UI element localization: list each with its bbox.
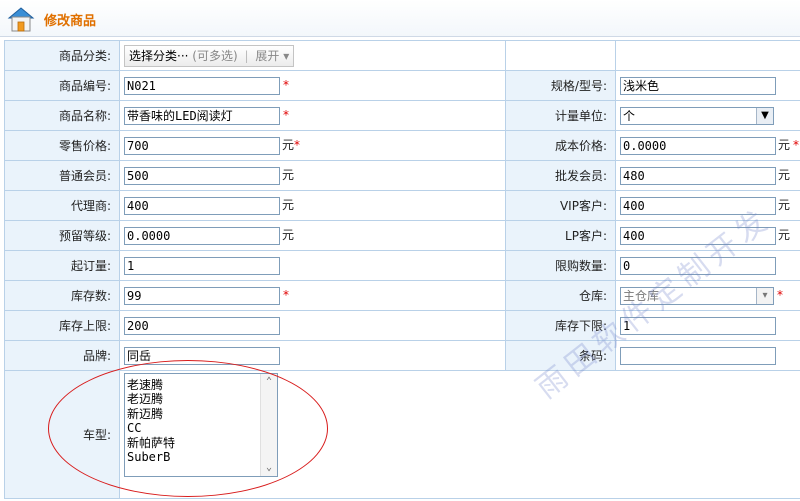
form-row: 商品编号: N021 * 规格/型号: 浅米色 [4, 70, 800, 101]
lp-price-input[interactable]: 400 [620, 226, 776, 245]
form-row: 代理商: 400 元 VIP客户: 400 元 [4, 190, 800, 221]
product-form: 商品分类: 选择分类··· (可多选) | 展开 ▾ 商品编号: N021 * 规… [4, 40, 800, 499]
divider: | [244, 48, 249, 63]
spec-label: 规格/型号: [505, 70, 616, 101]
list-item[interactable]: CC [127, 421, 275, 435]
vip-price-label: VIP客户: [505, 190, 616, 221]
cost-price-label: 成本价格: [505, 130, 616, 161]
chevron-down-icon: ▾ [283, 48, 290, 63]
name-label: 商品名称: [4, 100, 120, 131]
currency-unit: 元 [282, 168, 295, 183]
stock-max-label: 库存上限: [4, 310, 120, 341]
stock-max-input[interactable]: 200 [124, 316, 280, 335]
member-price-label: 普通会员: [4, 160, 120, 191]
form-row: 普通会员: 500 元 批发会员: 480 元 [4, 160, 800, 191]
currency-unit: 元 [282, 138, 295, 153]
chevron-down-icon[interactable]: ▼ [756, 107, 773, 124]
warehouse-select[interactable]: 主仓库 ▾ [620, 286, 774, 305]
stock-min-input[interactable]: 1 [620, 316, 776, 335]
currency-unit: 元 [778, 168, 791, 183]
cost-price-input[interactable]: 0.0000 [620, 136, 776, 155]
agent-price-label: 代理商: [4, 190, 120, 221]
warehouse-value: 主仓库 [623, 288, 660, 303]
name-input[interactable]: 带香味的LED阅读灯 [124, 106, 280, 125]
multi-select-hint: (可多选) [192, 48, 238, 63]
max-purchase-label: 限购数量: [505, 250, 616, 281]
wholesale-price-label: 批发会员: [505, 160, 616, 191]
car-model-listbox[interactable]: 老速腾 老迈腾 新迈腾 CC 新帕萨特 SuberB ⌃ ⌄ [124, 373, 278, 477]
empty-cell [615, 40, 800, 71]
list-item[interactable]: SuberB [127, 450, 275, 464]
chevron-up-icon[interactable]: ⌃ [261, 374, 277, 390]
reserved-level-label: 预留等级: [4, 220, 120, 251]
home-icon [7, 7, 35, 32]
retail-price-label: 零售价格: [4, 130, 120, 161]
stock-min-label: 库存下限: [505, 310, 616, 341]
category-selector[interactable]: 选择分类··· (可多选) | 展开 ▾ [124, 44, 295, 67]
member-price-input[interactable]: 500 [124, 166, 280, 185]
car-model-label: 车型: [4, 370, 120, 499]
currency-unit: 元 [282, 198, 295, 213]
max-purchase-input[interactable]: 0 [620, 256, 776, 275]
spec-input[interactable]: 浅米色 [620, 76, 776, 95]
currency-unit: 元 [778, 138, 791, 153]
unit-measure-select[interactable]: 个 ▼ [620, 106, 774, 125]
category-label: 商品分类: [4, 40, 120, 71]
form-row: 零售价格: 700 元* 成本价格: 0.0000 元 * [4, 130, 800, 161]
form-row: 车型: 老速腾 老迈腾 新迈腾 CC 新帕萨特 SuberB ⌃ ⌄ [4, 370, 800, 499]
expand-button[interactable]: 展开 [255, 49, 279, 63]
form-row: 库存数: 99 * 仓库: 主仓库 ▾ * [4, 280, 800, 311]
title-bar: 修改商品 [0, 0, 800, 37]
currency-unit: 元 [778, 198, 791, 213]
page-title: 修改商品 [44, 14, 97, 29]
required-mark: * [283, 108, 289, 122]
chevron-down-icon[interactable]: ▾ [756, 287, 773, 304]
min-order-input[interactable]: 1 [124, 256, 280, 275]
form-row: 商品分类: 选择分类··· (可多选) | 展开 ▾ [4, 40, 800, 71]
required-mark: * [283, 288, 289, 302]
stock-label: 库存数: [4, 280, 120, 311]
brand-label: 品牌: [4, 340, 120, 371]
list-item[interactable]: 新迈腾 [127, 407, 275, 421]
currency-unit: 元 [778, 228, 791, 243]
min-order-label: 起订量: [4, 250, 120, 281]
barcode-label: 条码: [505, 340, 616, 371]
brand-input[interactable]: 同岳 [124, 346, 280, 365]
required-mark: * [294, 138, 301, 153]
currency-unit: 元 [282, 228, 295, 243]
barcode-input[interactable] [620, 346, 776, 365]
list-item[interactable]: 老迈腾 [127, 392, 275, 406]
warehouse-label: 仓库: [505, 280, 616, 311]
code-label: 商品编号: [4, 70, 120, 101]
agent-price-input[interactable]: 400 [124, 196, 280, 215]
list-item[interactable]: 新帕萨特 [127, 436, 275, 450]
lp-price-label: LP客户: [505, 220, 616, 251]
form-row: 品牌: 同岳 条码: [4, 340, 800, 371]
chevron-down-icon[interactable]: ⌄ [261, 460, 277, 476]
list-item[interactable]: 老速腾 [127, 378, 275, 392]
choose-category-button[interactable]: 选择分类··· [129, 49, 188, 63]
form-row: 起订量: 1 限购数量: 0 [4, 250, 800, 281]
form-row: 库存上限: 200 库存下限: 1 [4, 310, 800, 341]
wholesale-price-input[interactable]: 480 [620, 166, 776, 185]
stock-input[interactable]: 99 [124, 286, 280, 305]
code-input[interactable]: N021 [124, 76, 280, 95]
retail-price-input[interactable]: 700 [124, 136, 280, 155]
empty-cell [505, 40, 616, 71]
required-mark: * [283, 78, 289, 92]
vertical-scrollbar[interactable]: ⌃ ⌄ [260, 374, 277, 476]
required-mark: * [793, 138, 800, 153]
reserved-level-input[interactable]: 0.0000 [124, 226, 280, 245]
form-row: 商品名称: 带香味的LED阅读灯 * 计量单位: 个 ▼ [4, 100, 800, 131]
form-row: 预留等级: 0.0000 元 LP客户: 400 元 [4, 220, 800, 251]
unit-measure-value: 个 [623, 108, 636, 123]
unit-measure-label: 计量单位: [505, 100, 616, 131]
required-mark: * [777, 288, 783, 302]
vip-price-input[interactable]: 400 [620, 196, 776, 215]
